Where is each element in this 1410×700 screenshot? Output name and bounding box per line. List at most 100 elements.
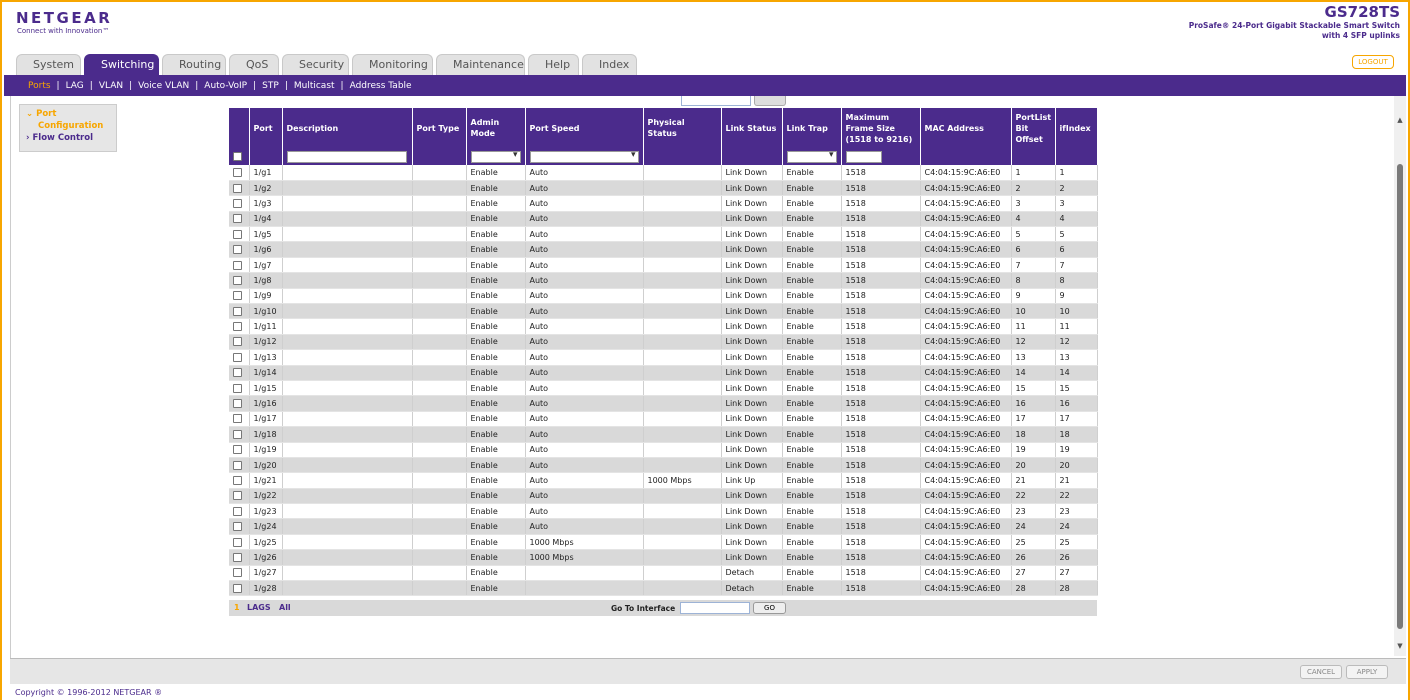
row-checkbox[interactable] [233, 583, 242, 593]
table-row[interactable]: 1/g5 Enable Auto Link Down Enable 1518 C4:04:1… [229, 226, 1098, 243]
scroll-down-icon[interactable]: ▼ [1396, 642, 1404, 650]
tab-switching[interactable]: Switching [84, 54, 159, 75]
tab-security[interactable]: Security [282, 54, 349, 75]
row-checkbox[interactable] [233, 414, 242, 424]
lags-link[interactable]: LAGS [247, 603, 271, 612]
table-row[interactable]: 1/g4 Enable Auto Link Down Enable 1518 C4:04:1… [229, 211, 1098, 228]
link-trap-select[interactable] [786, 150, 837, 163]
row-checkbox[interactable] [233, 476, 242, 485]
row-checkbox[interactable] [233, 399, 242, 409]
tab-help[interactable]: Help [528, 54, 579, 75]
table-row[interactable]: 1/g2 Enable Auto Link Down Enable 1518 C4:04:1… [229, 180, 1098, 197]
row-checkbox[interactable] [233, 198, 242, 208]
table-row[interactable]: 1/g22 Enable Auto Link Down Enable 1518 C4:04:… [229, 488, 1098, 505]
row-checkbox[interactable] [233, 368, 242, 378]
table-row[interactable]: 1/g16 Enable Auto Link Down Enable 1518 C4:04:… [229, 395, 1098, 412]
row-checkbox[interactable] [233, 445, 242, 455]
row-checkbox[interactable] [233, 229, 242, 239]
header-link-status: Link Status [721, 108, 783, 148]
table-row[interactable]: 1/g20 Enable Auto Link Down Enable 1518 C4:04:… [229, 457, 1098, 474]
row-checkbox[interactable] [233, 352, 242, 362]
row-checkbox[interactable] [233, 383, 242, 393]
table-row[interactable]: 1/g11 Enable Auto Link Down Enable 1518 C4:04:… [229, 318, 1098, 335]
table-row[interactable]: 1/g26 Enable 1000 Mbps Link Down Enable 1518 C… [229, 549, 1098, 566]
table-row[interactable]: 1/g19 Enable Auto Link Down Enable 1518 C4:04:… [229, 442, 1098, 458]
table-row[interactable]: 1/g9 Enable Auto Link Down Enable 1518 C4:04:1… [229, 288, 1098, 305]
tab-system[interactable]: System [16, 54, 81, 75]
subnav-auto-voip[interactable]: Auto-VoIP [204, 81, 247, 91]
tab-index[interactable]: Index [582, 54, 637, 75]
select-all-checkbox[interactable] [233, 152, 242, 161]
row-checkbox[interactable] [233, 275, 242, 285]
logout-button[interactable]: LOGOUT [1352, 55, 1394, 69]
frame-size-input[interactable] [845, 150, 882, 163]
tab-monitoring[interactable]: Monitoring [352, 54, 433, 75]
subnav-multicast[interactable]: Multicast [294, 81, 335, 91]
table-row[interactable]: 1/g13 Enable Auto Link Down Enable 1518 C4:04:… [229, 349, 1098, 366]
cancel-button[interactable]: CANCEL [1300, 665, 1342, 679]
row-checkbox[interactable] [233, 167, 242, 177]
model-name: GS728TS [1324, 3, 1400, 21]
row-checkbox[interactable] [233, 306, 242, 316]
table-row[interactable]: 1/g6 Enable Auto Link Down Enable 1518 C4:04:1… [229, 241, 1098, 258]
admin-mode-select[interactable] [470, 150, 521, 163]
all-link[interactable]: All [279, 603, 291, 612]
cell-port: 1/g11 [249, 318, 283, 335]
table-row[interactable]: 1/g28 Enable Detach Enable 1518 C4:04:15:9C:A… [229, 580, 1098, 597]
row-checkbox[interactable] [233, 245, 242, 255]
row-checkbox[interactable] [233, 537, 242, 547]
tab-qos[interactable]: QoS [229, 54, 279, 75]
row-checkbox[interactable] [233, 552, 242, 562]
leftnav-label-cont[interactable]: Configuration [26, 120, 116, 132]
row-checkbox[interactable] [233, 460, 242, 470]
subnav-vlan[interactable]: VLAN [99, 81, 123, 91]
subnav-lag[interactable]: LAG [66, 81, 84, 91]
row-checkbox[interactable] [233, 183, 242, 193]
table-row[interactable]: 1/g1 Enable Auto Link Down Enable 1518 C4:04:1… [229, 165, 1098, 181]
table-row[interactable]: 1/g24 Enable Auto Link Down Enable 1518 C4:04:… [229, 518, 1098, 535]
table-row[interactable]: 1/g18 Enable Auto Link Down Enable 1518 C4:04:… [229, 426, 1098, 443]
subnav-ports[interactable]: Ports [28, 81, 51, 91]
tab-maintenance[interactable]: Maintenance [436, 54, 525, 75]
goto-interface-input[interactable] [680, 602, 750, 614]
table-row[interactable]: 1/g12 Enable Auto Link Down Enable 1518 C4:04:… [229, 334, 1098, 351]
table-row[interactable]: 1/g27 Enable Detach Enable 1518 C4:04:15:9C:A… [229, 565, 1098, 582]
table-row[interactable]: 1/g8 Enable Auto Link Down Enable 1518 C4:04:1… [229, 272, 1098, 289]
table-row[interactable]: 1/g3 Enable Auto Link Down Enable 1518 C4:04:1… [229, 195, 1098, 212]
row-checkbox[interactable] [233, 260, 242, 270]
cell-port-speed: Auto [525, 349, 644, 366]
table-row[interactable]: 1/g23 Enable Auto Link Down Enable 1518 C4:04:… [229, 503, 1098, 520]
row-checkbox[interactable] [233, 322, 242, 332]
row-checkbox[interactable] [233, 291, 242, 301]
row-checkbox[interactable] [233, 568, 242, 578]
row-checkbox[interactable] [233, 337, 242, 347]
row-checkbox[interactable] [233, 522, 242, 532]
scrolled-goto-input[interactable] [681, 96, 751, 106]
leftnav-flow-control[interactable]: › Flow Control [26, 132, 116, 144]
description-filter-input[interactable] [286, 150, 407, 163]
go-button[interactable]: GO [753, 602, 786, 614]
table-row[interactable]: 1/g10 Enable Auto Link Down Enable 1518 C4:04:… [229, 303, 1098, 320]
subnav-address-table[interactable]: Address Table [350, 81, 412, 91]
scroll-up-icon[interactable]: ▲ [1396, 116, 1404, 124]
table-row[interactable]: 1/g15 Enable Auto Link Down Enable 1518 C4:04:… [229, 380, 1098, 397]
apply-button[interactable]: APPLY [1346, 665, 1388, 679]
table-row[interactable]: 1/g17 Enable Auto Link Down Enable 1518 C4:04:… [229, 411, 1098, 428]
port-speed-select[interactable] [529, 150, 639, 163]
row-checkbox[interactable] [233, 506, 242, 516]
subnav-voice-vlan[interactable]: Voice VLAN [138, 81, 189, 91]
table-row[interactable]: 1/g21 Enable Auto 1000 Mbps Link Up Enable 151… [229, 472, 1098, 489]
table-row[interactable]: 1/g14 Enable Auto Link Down Enable 1518 C4:04:… [229, 365, 1098, 381]
row-checkbox[interactable] [233, 491, 242, 501]
row-checkbox[interactable] [233, 214, 242, 224]
scrolled-go-button[interactable] [754, 96, 786, 106]
table-row[interactable]: 1/g7 Enable Auto Link Down Enable 1518 C4:04:1… [229, 257, 1098, 274]
vertical-scrollbar[interactable]: ▲ ▼ [1394, 96, 1406, 656]
subnav-stp[interactable]: STP [262, 81, 279, 91]
row-checkbox[interactable] [233, 429, 242, 439]
table-row[interactable]: 1/g25 Enable 1000 Mbps Link Down Enable 1518 C… [229, 534, 1098, 551]
scroll-thumb[interactable] [1397, 164, 1403, 629]
leftnav-port-configuration[interactable]: ⌄ Port [26, 108, 116, 120]
page-1-link[interactable]: 1 [234, 603, 240, 612]
tab-routing[interactable]: Routing [162, 54, 226, 75]
